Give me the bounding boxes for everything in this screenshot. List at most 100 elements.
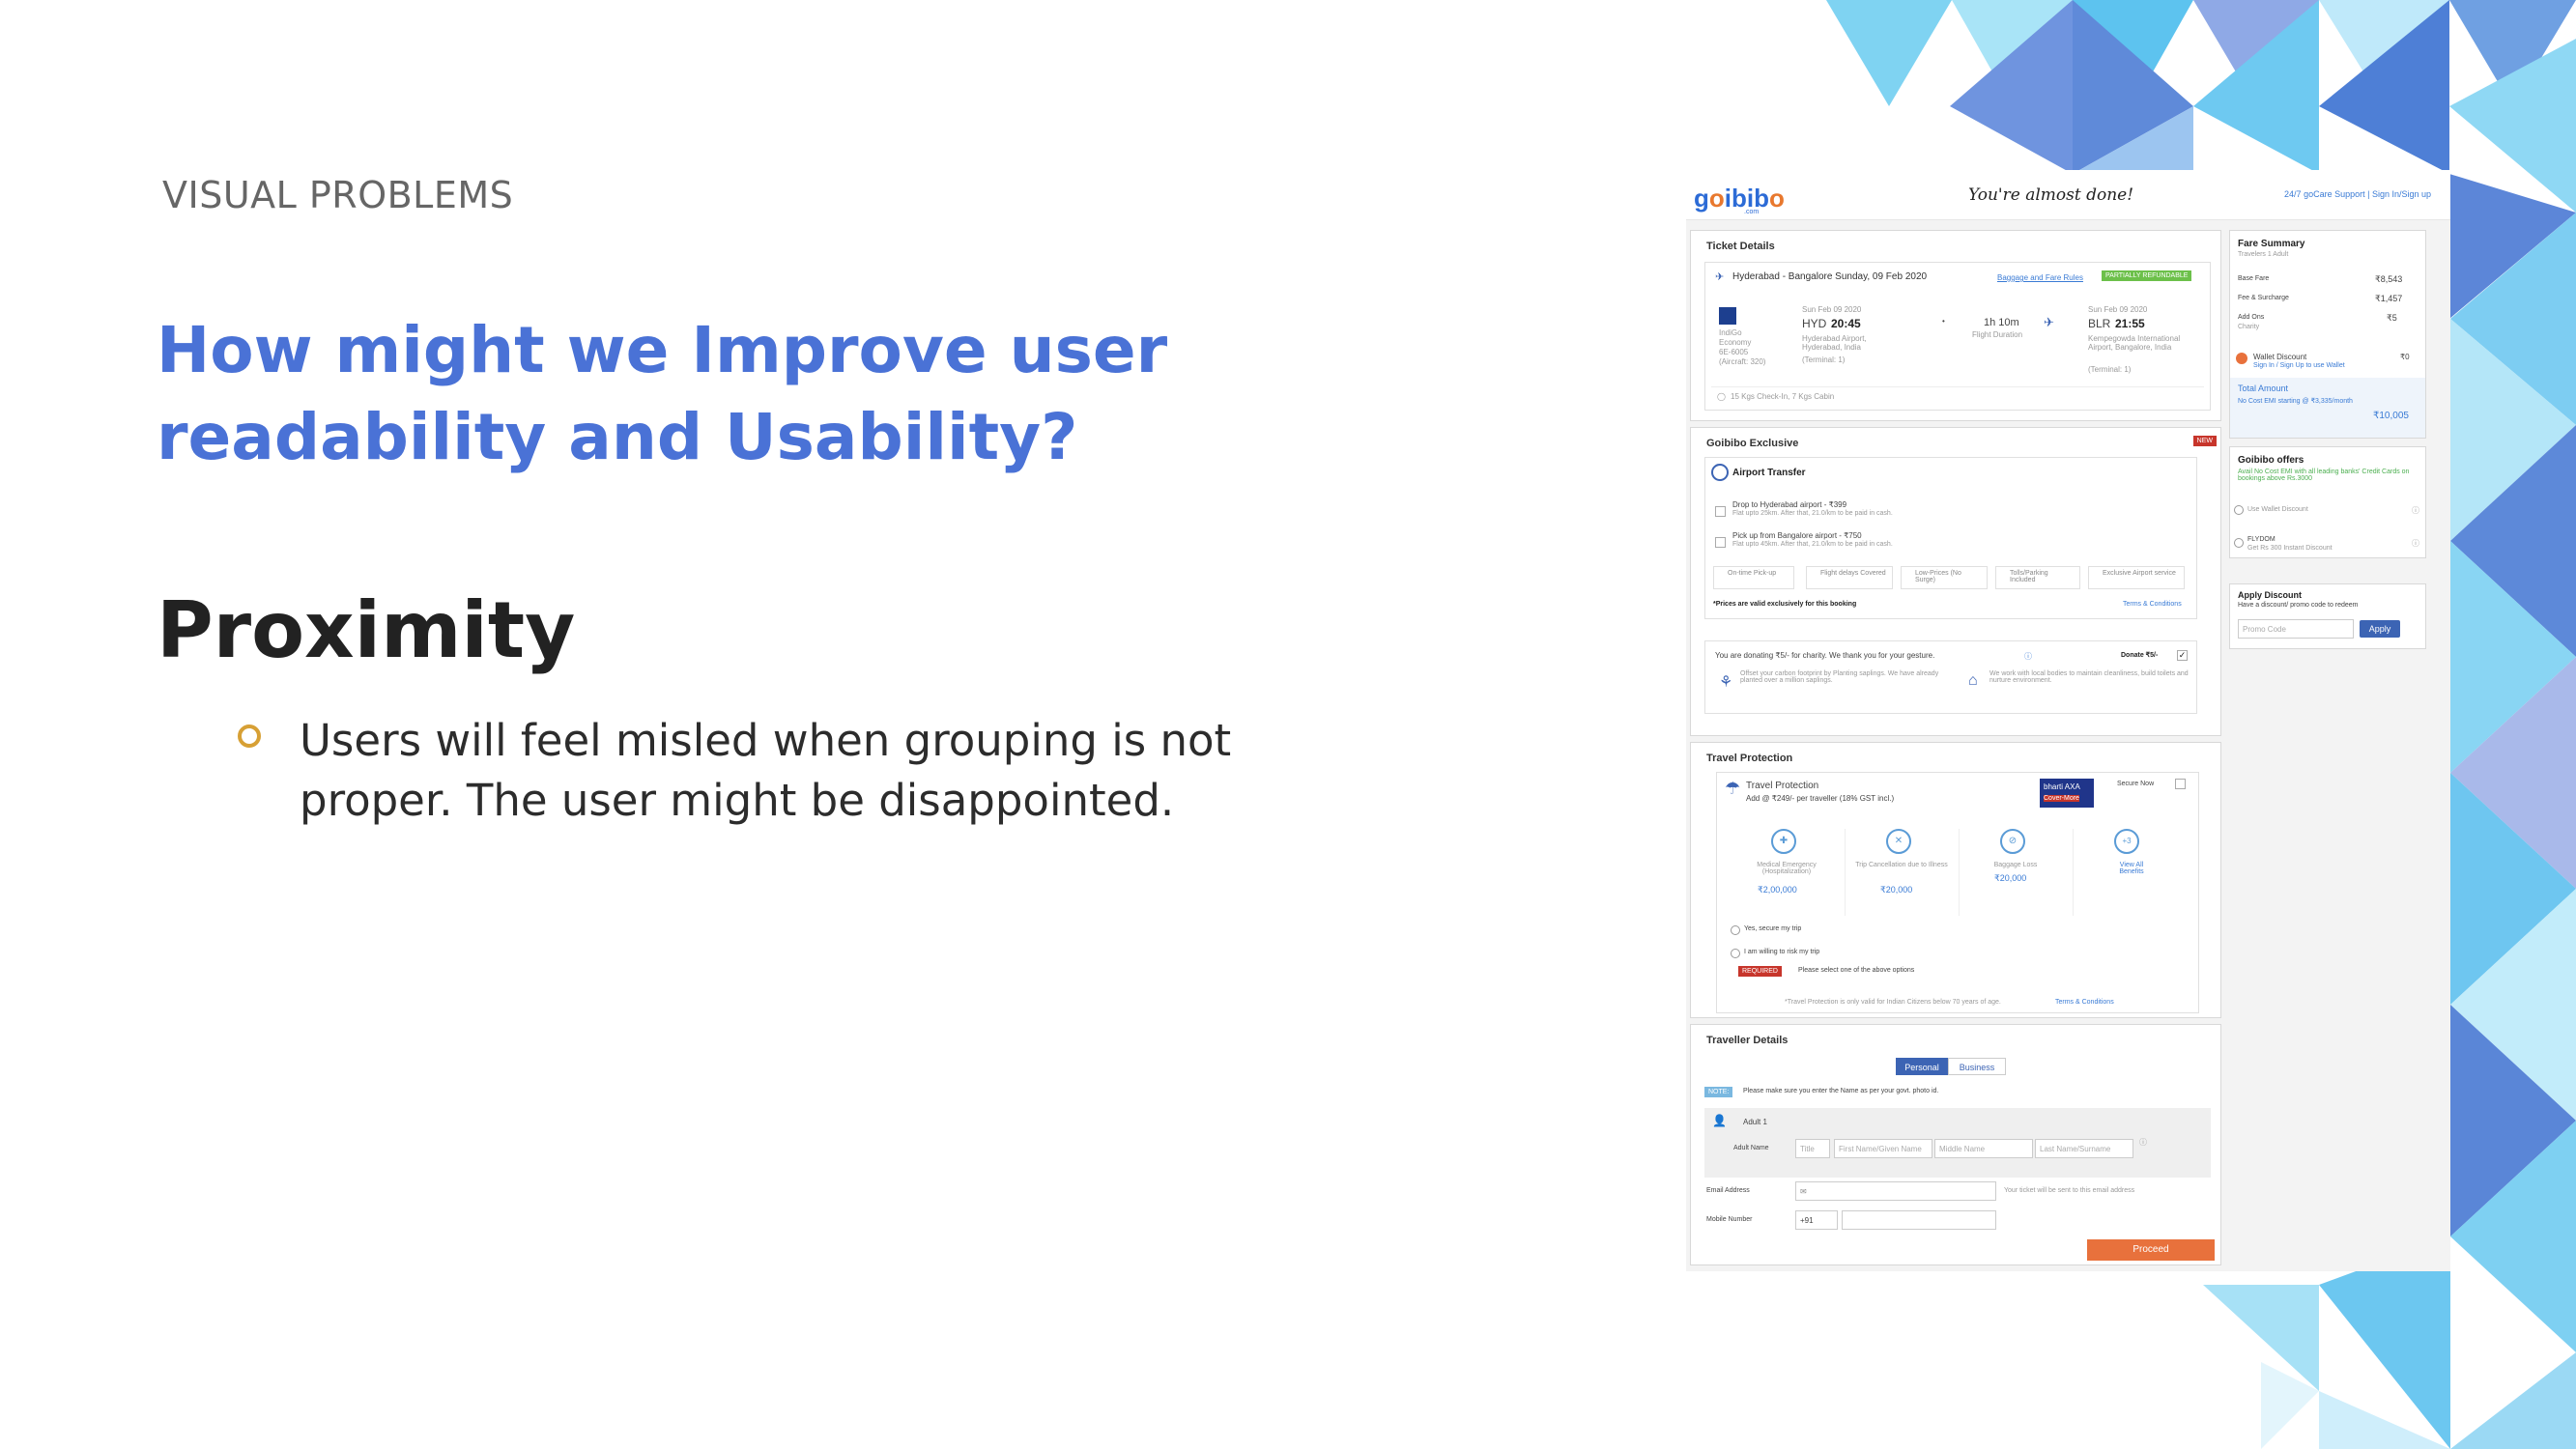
- feature-pill: On-time Pick-up: [1713, 566, 1794, 589]
- secure-now-checkbox[interactable]: [2175, 779, 2186, 789]
- proceed-button[interactable]: Proceed: [2087, 1239, 2215, 1261]
- email-icon: ✉: [1800, 1187, 1807, 1196]
- email-input[interactable]: ✉: [1795, 1181, 1996, 1201]
- middle-name-input[interactable]: Middle Name: [1934, 1139, 2033, 1158]
- yes-secure-label: Yes, secure my trip: [1744, 925, 1802, 932]
- tab-personal[interactable]: Personal: [1896, 1058, 1948, 1075]
- flydom-info-icon: ⓘ: [2412, 539, 2419, 548]
- apply-discount-card: Apply Discount Have a discount/ promo co…: [2229, 583, 2426, 649]
- first-name-input[interactable]: First Name/Given Name: [1834, 1139, 1932, 1158]
- baggage-fare-rules-link[interactable]: Baggage and Fare Rules: [1997, 273, 2083, 282]
- arrival-plane-icon: ✈: [2044, 315, 2054, 329]
- promo-code-input[interactable]: Promo Code: [2238, 619, 2354, 639]
- route-dot: •: [1942, 317, 1945, 326]
- flight-box: ✈ Hyderabad - Bangalore Sunday, 09 Feb 2…: [1704, 262, 2211, 411]
- pickup-option-note: Flat upto 45km. After that, 21.0/km to b…: [1732, 541, 1893, 548]
- departure-airport: Hyderabad Airport, Hyderabad, India: [1802, 334, 1867, 352]
- benefit-view-all[interactable]: +3 View All Benefits: [2073, 829, 2183, 916]
- flydom-radio[interactable]: [2234, 538, 2244, 548]
- arrival-airport: Kempegowda International Airport, Bangal…: [2088, 334, 2181, 352]
- title-select[interactable]: Title: [1795, 1139, 1830, 1158]
- wallet-discount-label: Wallet Discount: [2253, 353, 2307, 361]
- use-wallet-label: Use Wallet Discount: [2247, 506, 2308, 513]
- protection-price: Add @ ₹249/- per traveller (18% GST incl…: [1746, 794, 1895, 803]
- medical-icon: ✚: [1771, 829, 1796, 854]
- pickup-checkbox[interactable]: [1715, 537, 1726, 548]
- plane-icon: ✈: [1715, 271, 1725, 283]
- headline-question: How might we Improve user readability an…: [157, 313, 1168, 474]
- section-label: VISUAL PROBLEMS: [162, 174, 514, 216]
- insurer-sub: Cover-More: [2044, 795, 2079, 802]
- benefit-label: Trip Cancellation due to Illness: [1855, 862, 1948, 868]
- mobile-input[interactable]: [1842, 1210, 1996, 1230]
- airline-class: Economy: [1719, 338, 1752, 347]
- bullet-text: Users will feel misled when grouping is …: [300, 715, 1232, 826]
- flight-number: 6E-6005: [1719, 348, 1749, 356]
- cancellation-icon: ✕: [1886, 829, 1911, 854]
- baggage-icon: ◯: [1717, 392, 1726, 401]
- departure-code: HYD: [1802, 317, 1827, 330]
- new-badge: NEW: [2192, 436, 2217, 446]
- yes-secure-radio[interactable]: [1731, 925, 1740, 935]
- airport-transfer-box: Airport Transfer Drop to Hyderabad airpo…: [1704, 457, 2197, 619]
- insurer-logo: bharti AXA Cover-More: [2040, 779, 2094, 808]
- airport-transfer-title: Airport Transfer: [1732, 468, 1806, 478]
- view-all-benefits-link[interactable]: View All Benefits: [2110, 862, 2153, 875]
- benefit-label: Baggage Loss: [1993, 862, 2038, 868]
- prices-note: *Prices are valid exclusively for this b…: [1713, 601, 1857, 608]
- name-note: Please make sure you enter the Name as p…: [1743, 1088, 1939, 1094]
- wallet-signin-link[interactable]: Sign In / Sign Up to use Wallet: [2253, 362, 2345, 369]
- required-badge: REQUIRED: [1738, 966, 1782, 977]
- emi-offer-text: Avail No Cost EMI with all leading banks…: [2238, 469, 2410, 482]
- bullet-ring-icon: [238, 724, 261, 748]
- almost-done-tagline: You're almost done!: [1968, 185, 2134, 205]
- adult-label: Adult 1: [1743, 1118, 1767, 1126]
- refundable-badge: PARTIALLY REFUNDABLE: [2102, 270, 2192, 281]
- pickup-option: Pick up from Bangalore airport - ₹750: [1732, 531, 1862, 540]
- use-wallet-radio[interactable]: [2234, 505, 2244, 515]
- ticket-details-title: Ticket Details: [1706, 241, 1775, 252]
- departure-date: Sun Feb 09 2020: [1802, 305, 1862, 314]
- departure-terminal: (Terminal: 1): [1802, 355, 1846, 364]
- country-code-select[interactable]: +91: [1795, 1210, 1838, 1230]
- more-benefits-icon: +3: [2114, 829, 2139, 854]
- transfer-terms-link[interactable]: Terms & Conditions: [2123, 601, 2182, 608]
- departure-time: 20:45: [1831, 317, 1861, 330]
- route-text: Hyderabad - Bangalore Sunday, 09 Feb 202…: [1732, 271, 1928, 282]
- baggage-info: 15 Kgs Check-In, 7 Kgs Cabin: [1731, 392, 1835, 401]
- risk-trip-radio[interactable]: [1731, 949, 1740, 958]
- flight-duration: 1h 10m: [1984, 317, 2019, 328]
- addons-sub: Charity: [2238, 324, 2260, 330]
- principle-heading: Proximity: [157, 585, 576, 675]
- support-signin-link[interactable]: 24/7 goCare Support | Sign In/Sign up: [2284, 189, 2431, 199]
- donate-checkbox[interactable]: ✓: [2177, 650, 2188, 661]
- charity-box: You are donating ₹5/- for charity. We th…: [1704, 640, 2197, 714]
- protection-terms-link[interactable]: Terms & Conditions: [2055, 999, 2114, 1006]
- name-info-icon: ⓘ: [2139, 1138, 2147, 1147]
- fare-row-value: ₹1,457: [2375, 294, 2403, 303]
- flydom-sub: Get Rs 300 Instant Discount: [2247, 545, 2333, 552]
- apply-button[interactable]: Apply: [2360, 620, 2400, 638]
- flydom-code: FLYDOM: [2247, 536, 2275, 543]
- fare-row-label: Add Ons: [2238, 314, 2265, 321]
- travel-protection-card: Travel Protection ☂ Travel Protection Ad…: [1690, 742, 2221, 1018]
- ticket-details-card: Ticket Details ✈ Hyderabad - Bangalore S…: [1690, 230, 2221, 421]
- adult-name-label: Adult Name: [1733, 1145, 1769, 1151]
- goibibo-logo[interactable]: goibibo: [1694, 184, 1785, 213]
- drop-checkbox[interactable]: [1715, 506, 1726, 517]
- last-name-input[interactable]: Last Name/Surname: [2035, 1139, 2133, 1158]
- wallet-icon: [2236, 353, 2247, 364]
- charity-info-icon: ⓘ: [2024, 652, 2032, 661]
- apply-discount-title: Apply Discount: [2238, 590, 2303, 600]
- goibibo-exclusive-card: Goibibo Exclusive NEW Airport Transfer D…: [1690, 427, 2221, 736]
- tab-business[interactable]: Business: [1948, 1058, 2006, 1075]
- secure-now-label: Secure Now: [2117, 781, 2155, 787]
- airline-name: IndiGo: [1719, 328, 1742, 337]
- benefit-baggage: ⊘ Baggage Loss ₹20,000: [1959, 829, 2069, 916]
- total-amount: ₹10,005: [2373, 411, 2409, 421]
- arrival-date: Sun Feb 09 2020: [2088, 305, 2148, 314]
- offers-card: Goibibo offers Avail No Cost EMI with al…: [2229, 446, 2426, 558]
- wallet-offer-info-icon: ⓘ: [2412, 506, 2419, 515]
- benefit-label: Medical Emergency (Hospitalization): [1757, 862, 1817, 875]
- fare-travelers: Travelers 1 Adult: [2238, 251, 2289, 258]
